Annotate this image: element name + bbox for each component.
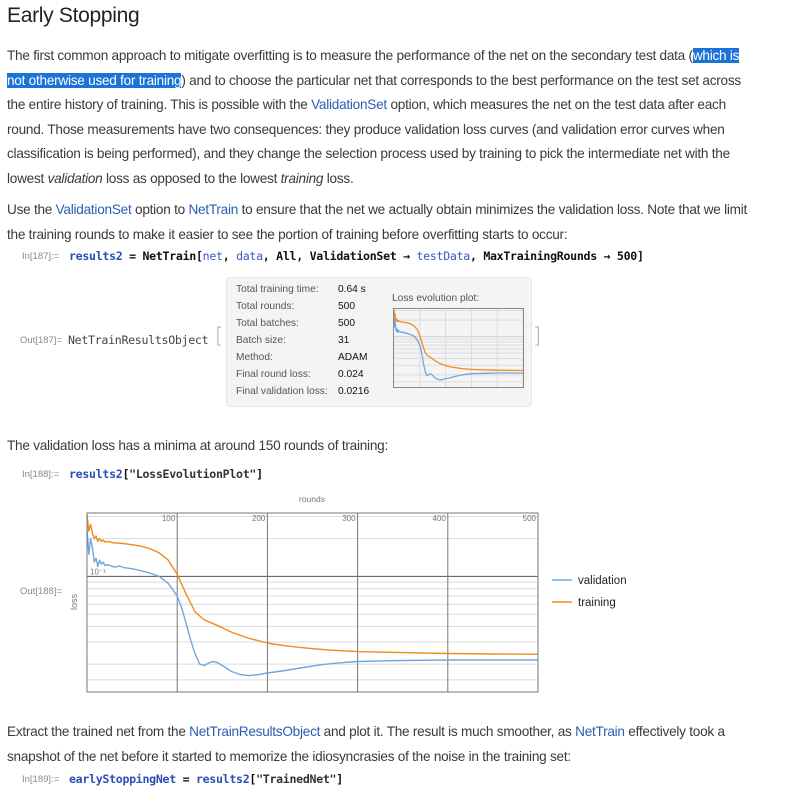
x-tick-label: 100 bbox=[162, 514, 176, 523]
x-tick-label: 300 bbox=[342, 514, 356, 523]
input-label: In[189]:= bbox=[22, 774, 60, 785]
nettrainresultsobject-link[interactable]: NetTrainResultsObject bbox=[189, 724, 320, 739]
y-tick-labels: 10⁻¹ bbox=[90, 567, 106, 576]
gridlines bbox=[87, 513, 539, 692]
text: snapshot of the net before it started to… bbox=[7, 748, 571, 764]
x-tick-label: 200 bbox=[252, 514, 266, 523]
legend-label-validation: validation bbox=[578, 575, 627, 587]
code-token: = bbox=[175, 772, 196, 786]
code-token: earlyStoppingNet bbox=[69, 772, 176, 786]
text: and plot it. The result is much smoother… bbox=[320, 724, 576, 739]
series-line-training bbox=[86, 514, 539, 655]
code-token: results2 bbox=[195, 772, 250, 786]
loss-evolution-plot: rounds loss 100 200 300 400 500 10⁻¹ validat… bbox=[69, 494, 627, 693]
legend: validation training bbox=[552, 575, 627, 609]
y-axis-label: loss bbox=[69, 594, 79, 611]
x-tick-labels: 100 200 300 400 500 bbox=[162, 514, 537, 523]
x-tick-label: 500 bbox=[523, 514, 537, 523]
x-axis-label: rounds bbox=[299, 494, 325, 504]
x-tick-label: 400 bbox=[432, 514, 446, 523]
plot-frame bbox=[86, 512, 539, 693]
text: effectively took a bbox=[624, 724, 725, 739]
nettrain-link[interactable]: NetTrain bbox=[575, 724, 625, 739]
legend-label-training: training bbox=[578, 597, 616, 609]
y-tick-label: 10⁻¹ bbox=[90, 567, 106, 576]
extract-paragraph: Extract the trained net from the NetTrai… bbox=[7, 720, 807, 769]
code-token: ] bbox=[336, 772, 343, 786]
input-cell-189[interactable]: earlyStoppingNet = results2["TrainedNet"… bbox=[69, 772, 343, 786]
text: Extract the trained net from the bbox=[7, 724, 190, 739]
code-token: "TrainedNet" bbox=[256, 772, 337, 786]
